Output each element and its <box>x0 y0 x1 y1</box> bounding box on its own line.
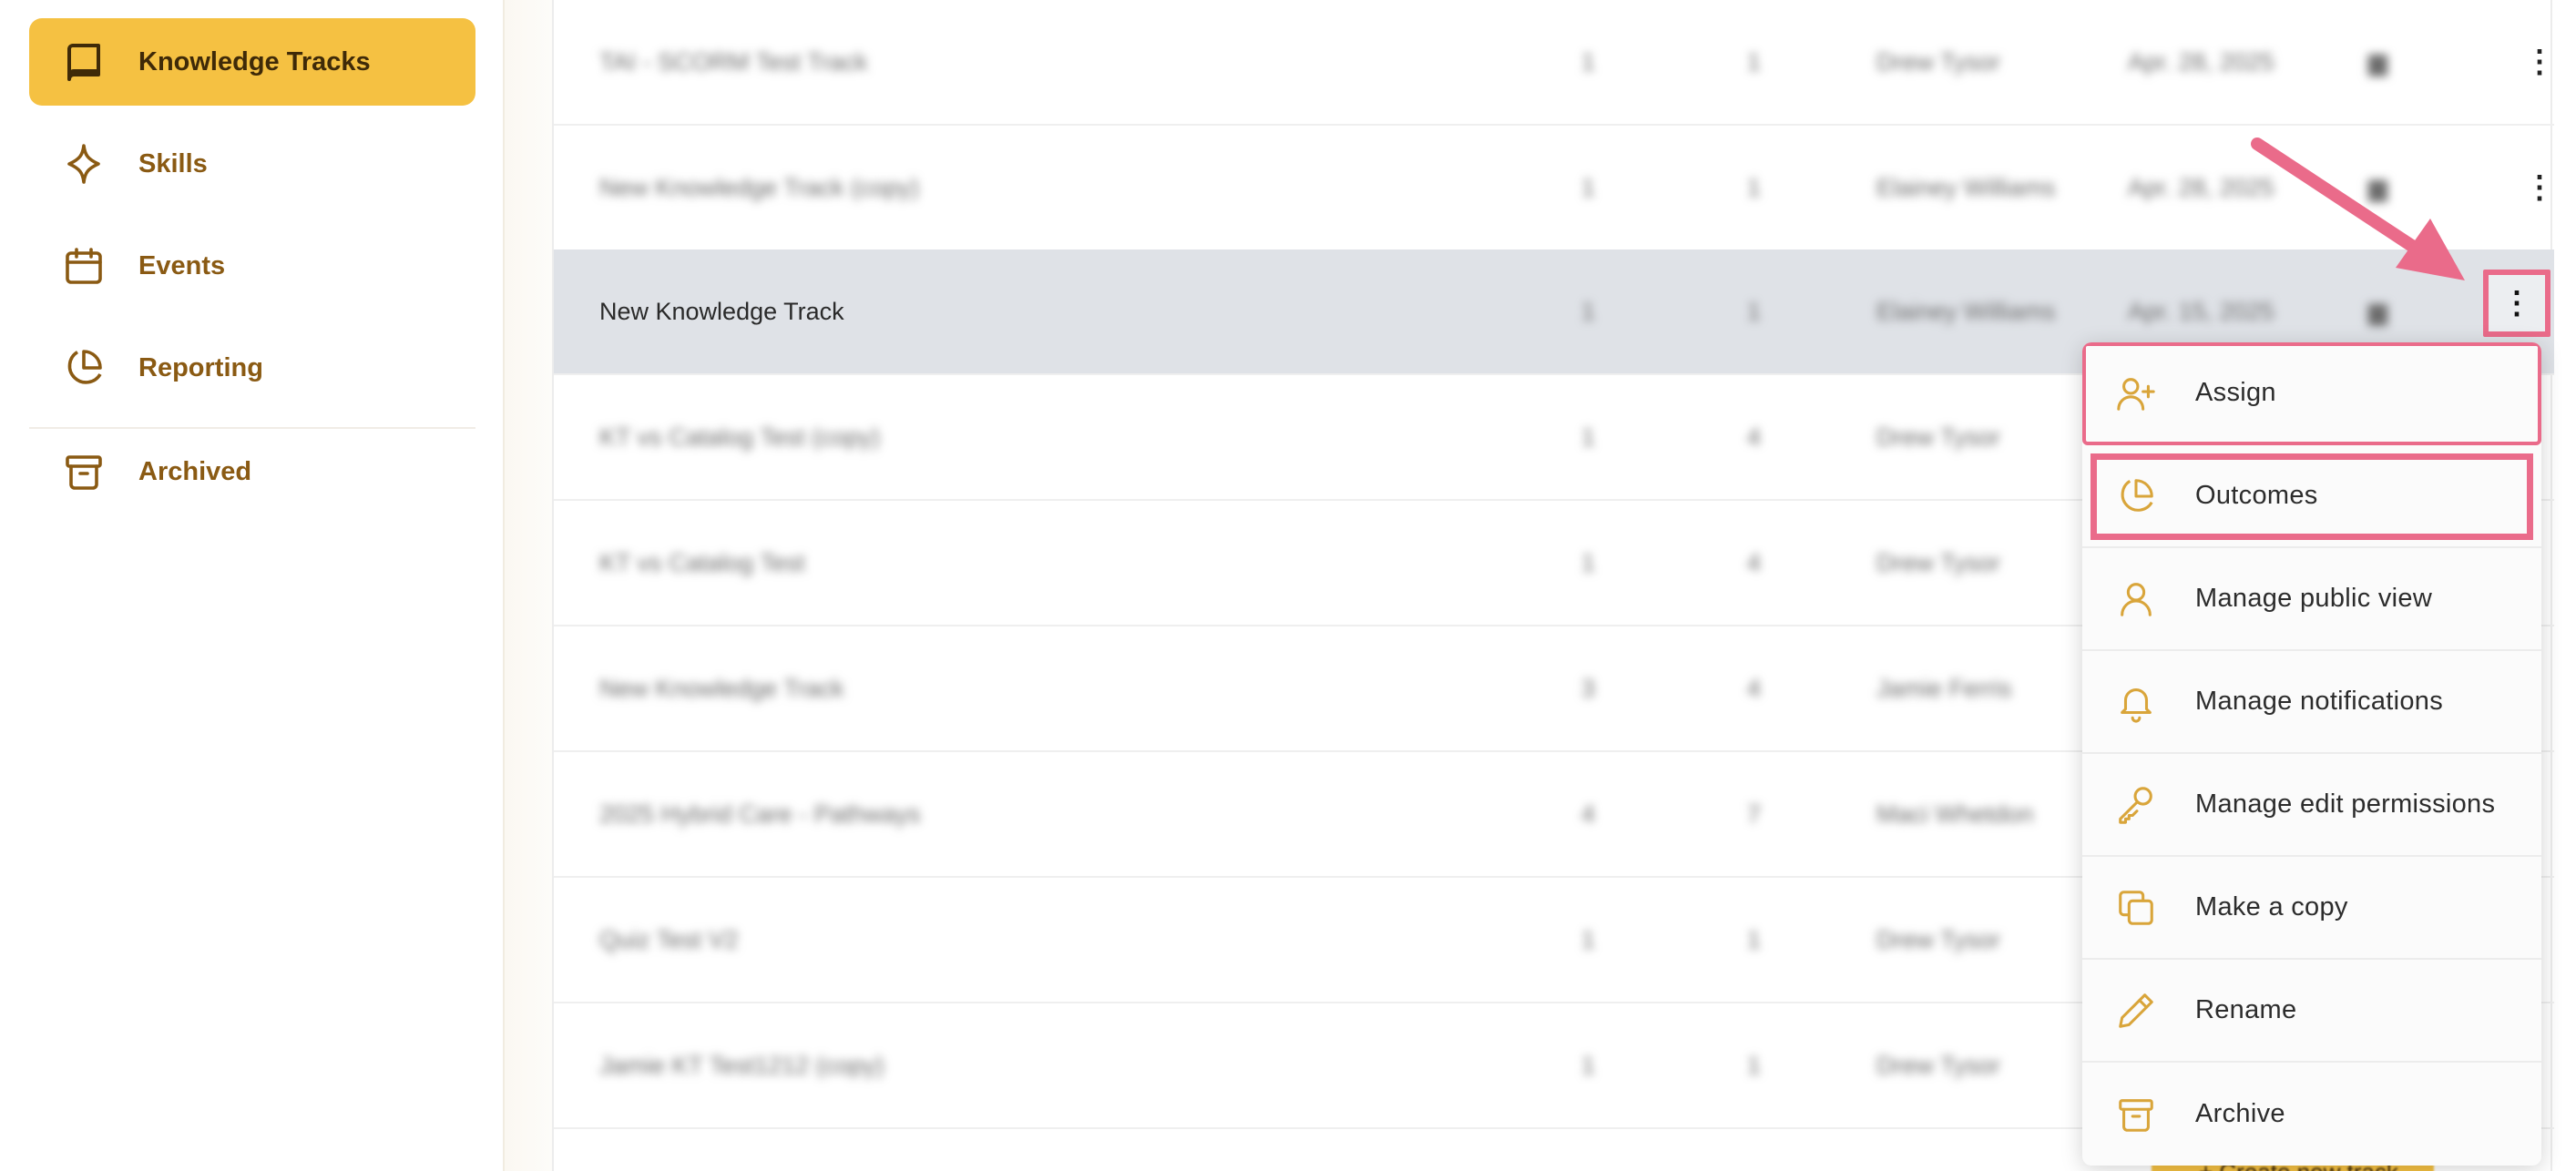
sidebar-item-skills[interactable]: Skills <box>29 120 475 208</box>
sidebar-item-archived[interactable]: Archived <box>29 428 475 515</box>
track-count-a: 1 <box>1581 423 1596 451</box>
track-name: New Knowledge Track <box>599 674 844 702</box>
sidebar-item-label: Archived <box>138 456 252 486</box>
sidebar-item-reporting[interactable]: Reporting <box>29 324 475 412</box>
menu-item-rename[interactable]: Rename <box>2082 960 2541 1063</box>
calendar-icon <box>58 240 109 291</box>
track-count-b: 4 <box>1747 423 1762 451</box>
menu-item-label: Archive <box>2195 1099 2285 1128</box>
user-icon <box>2113 576 2159 622</box>
track-owner: Drew Tysor <box>1876 423 2001 451</box>
sidebar-item-label: Knowledge Tracks <box>138 46 371 76</box>
row-menu-button-active[interactable]: ⋮ <box>2483 270 2550 337</box>
archive-box-icon <box>58 446 109 497</box>
track-count-b: 1 <box>1747 925 1762 953</box>
track-name: New Knowledge Track <box>599 297 844 325</box>
menu-item-manage-public-view[interactable]: Manage public view <box>2082 548 2541 651</box>
key-icon <box>2113 782 2159 828</box>
row-menu-button[interactable]: ⋮ <box>2512 126 2567 249</box>
sidebar-item-events[interactable]: Events <box>29 222 475 310</box>
menu-item-label: Outcomes <box>2195 481 2318 510</box>
annotation-arrow-icon <box>2251 137 2465 280</box>
track-name: Quiz Test V2 <box>599 925 739 953</box>
track-count-a: 1 <box>1581 173 1596 201</box>
track-owner: Elainey Williams <box>1876 173 2056 201</box>
document-icon[interactable]: ▆ <box>2368 0 2387 124</box>
user-plus-icon <box>2113 371 2159 416</box>
track-count-b: 1 <box>1747 173 1762 201</box>
menu-item-make-a-copy[interactable]: Make a copy <box>2082 857 2541 960</box>
sidebar-item-label: Skills <box>138 148 208 178</box>
track-count-b: 4 <box>1747 548 1762 576</box>
track-owner: Drew Tysor <box>1876 47 2001 76</box>
track-owner: Elainey Williams <box>1876 297 2056 325</box>
track-count-a: 1 <box>1581 1051 1596 1079</box>
sidebar: Knowledge Tracks Skills Events Reporting… <box>0 0 505 1171</box>
pie-chart-icon <box>2113 473 2159 519</box>
track-owner: Drew Tysor <box>1876 1051 2001 1079</box>
menu-item-manage-notifications[interactable]: Manage notifications <box>2082 651 2541 754</box>
pie-chart-icon <box>58 342 109 393</box>
track-count-a: 1 <box>1581 925 1596 953</box>
track-name: TAI - SCORM Test Track <box>599 47 868 76</box>
table-row[interactable]: TAI - SCORM Test Track 1 1 Drew Tysor Ap… <box>554 0 2555 126</box>
pencil-icon <box>2113 988 2159 1034</box>
row-actions-menu: Assign Outcomes Manage public view Manag… <box>2082 342 2541 1166</box>
track-date: Apr. 28, 2025 <box>2128 47 2274 76</box>
kebab-icon: ⋮ <box>2501 286 2532 321</box>
track-count-b: 1 <box>1747 47 1762 76</box>
track-count-a: 1 <box>1581 548 1596 576</box>
copy-icon <box>2113 885 2159 931</box>
track-count-b: 1 <box>1747 1051 1762 1079</box>
sidebar-item-knowledge-tracks[interactable]: Knowledge Tracks <box>29 18 475 106</box>
track-name: New Knowledge Track (copy) <box>599 173 920 201</box>
track-name: Jamie KT Test1212 (copy) <box>599 1051 884 1079</box>
track-count-a: 1 <box>1581 47 1596 76</box>
sidebar-item-label: Reporting <box>138 352 263 382</box>
sidebar-gutter <box>505 0 552 1171</box>
track-count-b: 4 <box>1747 674 1762 702</box>
menu-item-outcomes[interactable]: Outcomes <box>2082 445 2541 548</box>
bell-icon <box>2113 679 2159 725</box>
track-count-a: 3 <box>1581 674 1596 702</box>
track-owner: Drew Tysor <box>1876 548 2001 576</box>
menu-item-label: Manage edit permissions <box>2195 789 2496 819</box>
menu-item-label: Make a copy <box>2195 892 2348 922</box>
track-count-a: 4 <box>1581 799 1596 828</box>
track-owner: Drew Tysor <box>1876 925 2001 953</box>
menu-item-assign[interactable]: Assign <box>2082 342 2541 445</box>
menu-item-manage-edit-permissions[interactable]: Manage edit permissions <box>2082 754 2541 857</box>
menu-item-label: Manage public view <box>2195 584 2433 613</box>
menu-item-label: Manage notifications <box>2195 687 2443 716</box>
sparkle-icon <box>58 138 109 189</box>
menu-item-archive[interactable]: Archive <box>2082 1063 2541 1166</box>
sidebar-item-label: Events <box>138 250 226 280</box>
track-count-a: 1 <box>1581 297 1596 325</box>
book-icon <box>58 36 109 87</box>
track-count-b: 1 <box>1747 297 1762 325</box>
archive-box-icon <box>2113 1092 2159 1137</box>
track-name: KT vs Catalog Test <box>599 548 805 576</box>
track-owner: Jamie Ferris <box>1876 674 2012 702</box>
track-name: KT vs Catalog Test (copy) <box>599 423 881 451</box>
row-menu-button[interactable]: ⋮ <box>2512 0 2567 124</box>
track-owner: Maci Whetdon <box>1876 799 2034 828</box>
track-count-b: 7 <box>1747 799 1762 828</box>
menu-item-label: Assign <box>2195 378 2276 407</box>
menu-item-label: Rename <box>2195 995 2297 1024</box>
track-name: 2025 Hybrid Care - Pathways <box>599 799 921 828</box>
